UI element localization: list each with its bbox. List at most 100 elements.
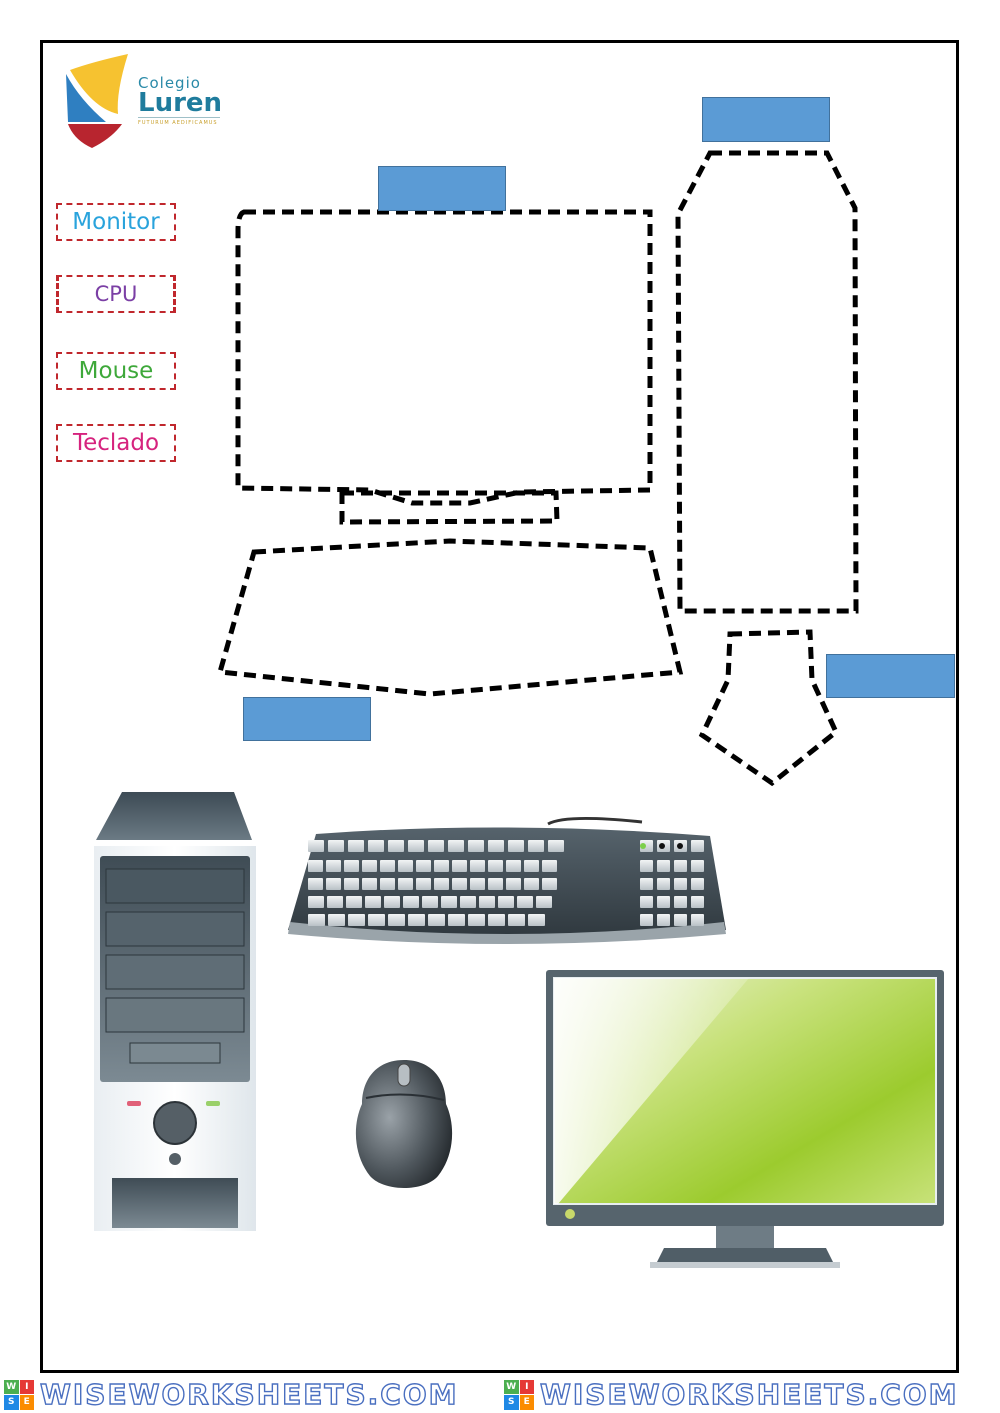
keyboard-key [691, 840, 704, 852]
keyboard-key [388, 840, 404, 852]
keyboard-key [508, 914, 525, 926]
keyboard-key [542, 860, 557, 872]
wise-badge-icon: W I S E [504, 1379, 534, 1410]
keyboard-key [326, 878, 341, 890]
keyboard-key [542, 878, 557, 890]
cpu-outline [675, 150, 859, 614]
keyboard-key [524, 860, 539, 872]
keyboard-key [528, 914, 545, 926]
keyboard-image [288, 816, 726, 944]
keyboard-key [416, 878, 431, 890]
keyboard-key [528, 840, 544, 852]
monitor-outline [235, 209, 653, 506]
keyboard-key [448, 914, 465, 926]
keyboard-key [326, 860, 341, 872]
watermark-block: W I S E WISEWORKSHEETS.COM [500, 1376, 1000, 1413]
keyboard-key [384, 896, 400, 908]
keyboard-key [657, 896, 670, 908]
keyboard-key [368, 914, 385, 926]
keyboard-key [460, 896, 476, 908]
watermark-text: WISEWORKSHEETS.COM [39, 1377, 459, 1411]
keyboard-key [434, 860, 449, 872]
keyboard-key [308, 840, 324, 852]
keyboard-key [380, 860, 395, 872]
monitor-stand-outline [339, 490, 560, 525]
keyboard-key [517, 896, 533, 908]
keyboard-key [348, 840, 364, 852]
keyboard-key [398, 860, 413, 872]
keyboard-key [657, 878, 670, 890]
keyboard-key [452, 878, 467, 890]
keyboard-key [408, 914, 425, 926]
keyboard-key [403, 896, 419, 908]
keyboard-key [348, 914, 365, 926]
keyboard-key [328, 914, 345, 926]
keyboard-key [470, 860, 485, 872]
keyboard-key [408, 840, 424, 852]
keyboard-key [308, 878, 323, 890]
keyboard-key [344, 878, 359, 890]
keyboard-key [416, 860, 431, 872]
answer-box-cpu[interactable] [702, 97, 830, 142]
keyboard-key [308, 914, 325, 926]
keyboard-key [657, 860, 670, 872]
keyboard-key [398, 878, 413, 890]
keyboard-key [640, 896, 653, 908]
keyboard-key [308, 860, 323, 872]
keyboard-key [691, 896, 704, 908]
keyboard-key [548, 840, 564, 852]
keyboard-key [452, 860, 467, 872]
keyboard-key [428, 914, 445, 926]
keyboard-key [422, 896, 438, 908]
keyboard-key [328, 840, 344, 852]
keyboard-key [691, 914, 704, 926]
keyboard-key [365, 896, 381, 908]
keyboard-key [448, 840, 464, 852]
keyboard-key [380, 878, 395, 890]
keyboard-key [508, 840, 524, 852]
keyboard-key [470, 878, 485, 890]
keyboard-key [488, 860, 503, 872]
answer-box-mouse[interactable] [826, 654, 955, 698]
keyboard-key [640, 914, 653, 926]
keyboard-key [506, 860, 521, 872]
cpu-tower-image [94, 792, 256, 1231]
monitor-image [546, 970, 944, 1268]
keyboard-key [468, 840, 484, 852]
keyboard-key [388, 914, 405, 926]
keyboard-key [308, 896, 324, 908]
keyboard-key [640, 860, 653, 872]
answer-box-monitor[interactable] [378, 166, 506, 211]
keyboard-key [640, 878, 653, 890]
keyboard-key [362, 878, 377, 890]
keyboard-key [479, 896, 495, 908]
mouse-outline [698, 629, 840, 787]
keyboard-key [674, 860, 687, 872]
keyboard-key [524, 878, 539, 890]
keyboard-outline [216, 538, 684, 697]
keyboard-key [488, 914, 505, 926]
keyboard-key [344, 860, 359, 872]
keyboard-key [368, 840, 384, 852]
keyboard-key [428, 840, 444, 852]
footer-watermark: W I S E WISEWORKSHEETS.COM W I S E WISEW… [0, 1376, 1000, 1413]
keyboard-key [488, 878, 503, 890]
keyboard-key [434, 878, 449, 890]
keyboard-key [506, 878, 521, 890]
keyboard-key [362, 860, 377, 872]
keyboard-key [674, 914, 687, 926]
keyboard-key [346, 896, 362, 908]
watermark-block: W I S E WISEWORKSHEETS.COM [0, 1376, 500, 1413]
keyboard-key [498, 896, 514, 908]
keyboard-key [691, 878, 704, 890]
keyboard-key [468, 914, 485, 926]
watermark-text: WISEWORKSHEETS.COM [539, 1377, 959, 1411]
keyboard-key [657, 914, 670, 926]
keyboard-key [488, 840, 504, 852]
keyboard-key [674, 878, 687, 890]
answer-box-keyboard[interactable] [243, 697, 371, 741]
keyboard-key [327, 896, 343, 908]
keyboard-key [674, 896, 687, 908]
wise-badge-icon: W I S E [4, 1379, 34, 1410]
keyboard-key [441, 896, 457, 908]
